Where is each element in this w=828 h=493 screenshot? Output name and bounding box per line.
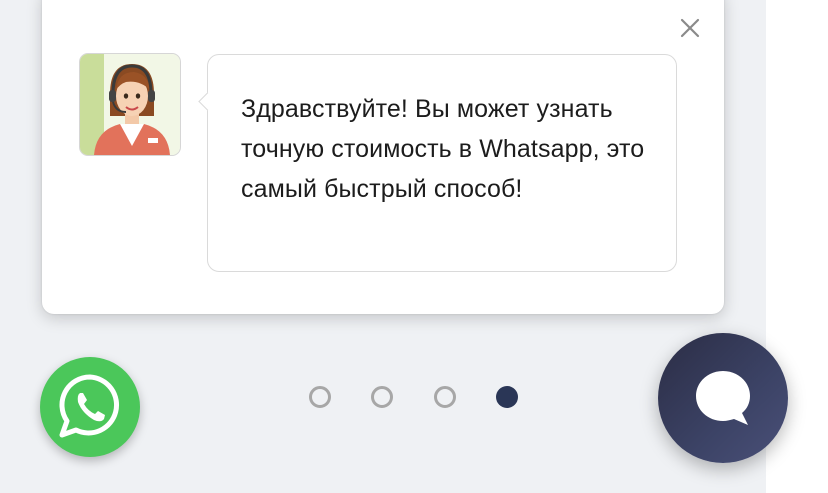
carousel-dot[interactable] <box>309 386 331 408</box>
whatsapp-button[interactable] <box>40 357 140 457</box>
operator-avatar-icon <box>80 54 180 155</box>
chat-bubble-icon <box>696 371 750 425</box>
carousel-dot-active[interactable] <box>496 386 518 408</box>
carousel-dot[interactable] <box>371 386 393 408</box>
whatsapp-icon <box>59 374 120 438</box>
message-text: Здравствуйте! Вы может узнать точную сто… <box>241 95 645 203</box>
close-button[interactable] <box>676 14 704 42</box>
message-bubble: Здравствуйте! Вы может узнать точную сто… <box>198 54 677 272</box>
close-icon <box>680 18 700 38</box>
carousel-dot[interactable] <box>434 386 456 408</box>
operator-avatar <box>79 53 181 156</box>
chat-button[interactable] <box>658 333 788 463</box>
